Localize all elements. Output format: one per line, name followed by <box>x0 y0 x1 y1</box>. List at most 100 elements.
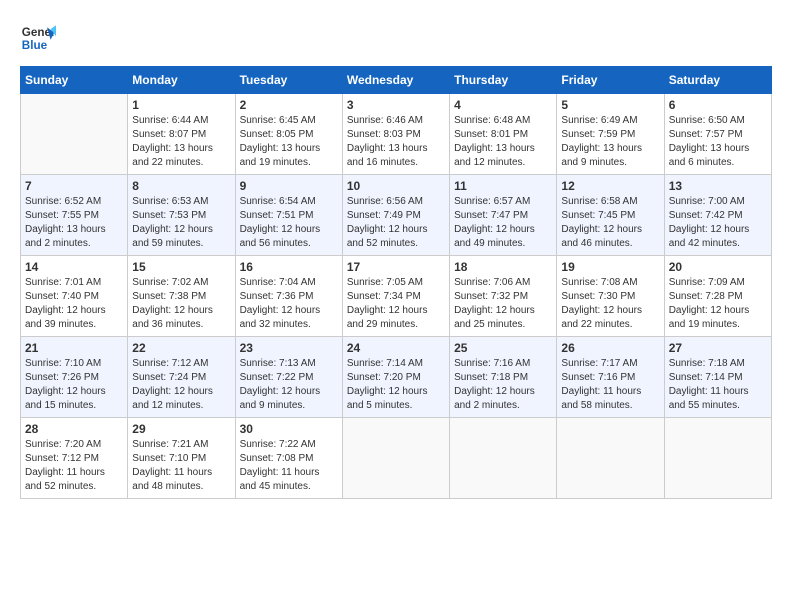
day-number: 23 <box>240 341 338 355</box>
day-number: 27 <box>669 341 767 355</box>
calendar-cell: 17 Sunrise: 7:05 AM Sunset: 7:34 PM Dayli… <box>342 256 449 337</box>
day-number: 18 <box>454 260 552 274</box>
day-info: Sunrise: 7:04 AM Sunset: 7:36 PM Dayligh… <box>240 276 338 332</box>
calendar-cell: 1 Sunrise: 6:44 AM Sunset: 8:07 PM Daylig… <box>128 94 235 175</box>
calendar-cell: 13 Sunrise: 7:00 AM Sunset: 7:42 PM Dayli… <box>664 175 771 256</box>
calendar-cell: 12Sunrise: 6:58 AM Sunset: 7:45 PM Dayli… <box>557 175 664 256</box>
day-number: 16 <box>240 260 338 274</box>
day-number: 8 <box>132 179 230 193</box>
day-number: 29 <box>132 422 230 436</box>
day-info: Sunrise: 6:44 AM Sunset: 8:07 PM Dayligh… <box>132 114 230 170</box>
calendar-cell: 29 Sunrise: 7:21 AM Sunset: 7:10 PM Dayli… <box>128 418 235 499</box>
day-number: 2 <box>240 98 338 112</box>
day-number: 12 <box>561 179 659 193</box>
day-info: Sunrise: 7:02 AM Sunset: 7:38 PM Dayligh… <box>132 276 230 332</box>
calendar-cell: 30 Sunrise: 7:22 AM Sunset: 7:08 PM Dayli… <box>235 418 342 499</box>
weekday-header: Wednesday <box>342 67 449 94</box>
calendar-cell: 28 Sunrise: 7:20 AM Sunset: 7:12 PM Dayli… <box>21 418 128 499</box>
calendar-cell: 3 Sunrise: 6:46 AM Sunset: 8:03 PM Daylig… <box>342 94 449 175</box>
day-number: 13 <box>669 179 767 193</box>
weekday-header: Thursday <box>450 67 557 94</box>
calendar-cell: 7 Sunrise: 6:52 AM Sunset: 7:55 PM Daylig… <box>21 175 128 256</box>
calendar-cell: 26 Sunrise: 7:17 AM Sunset: 7:16 PM Dayli… <box>557 337 664 418</box>
calendar-cell: 2 Sunrise: 6:45 AM Sunset: 8:05 PM Daylig… <box>235 94 342 175</box>
day-info: Sunrise: 6:48 AM Sunset: 8:01 PM Dayligh… <box>454 114 552 170</box>
svg-text:Blue: Blue <box>22 39 48 52</box>
day-info: Sunrise: 7:17 AM Sunset: 7:16 PM Dayligh… <box>561 357 659 413</box>
calendar-cell <box>664 418 771 499</box>
calendar-week-row: 1 Sunrise: 6:44 AM Sunset: 8:07 PM Daylig… <box>21 94 772 175</box>
day-info: Sunrise: 6:52 AM Sunset: 7:55 PM Dayligh… <box>25 195 123 251</box>
calendar-cell: 22 Sunrise: 7:12 AM Sunset: 7:24 PM Dayli… <box>128 337 235 418</box>
calendar-cell: 15 Sunrise: 7:02 AM Sunset: 7:38 PM Dayli… <box>128 256 235 337</box>
calendar-cell: 14 Sunrise: 7:01 AM Sunset: 7:40 PM Dayli… <box>21 256 128 337</box>
day-number: 15 <box>132 260 230 274</box>
day-info: Sunrise: 7:14 AM Sunset: 7:20 PM Dayligh… <box>347 357 445 413</box>
calendar-cell: 27 Sunrise: 7:18 AM Sunset: 7:14 PM Dayli… <box>664 337 771 418</box>
calendar-cell: 11Sunrise: 6:57 AM Sunset: 7:47 PM Dayli… <box>450 175 557 256</box>
weekday-header: Saturday <box>664 67 771 94</box>
day-number: 7 <box>25 179 123 193</box>
calendar-cell <box>557 418 664 499</box>
day-number: 30 <box>240 422 338 436</box>
day-info: Sunrise: 6:50 AM Sunset: 7:57 PM Dayligh… <box>669 114 767 170</box>
day-number: 21 <box>25 341 123 355</box>
day-number: 20 <box>669 260 767 274</box>
day-info: Sunrise: 7:18 AM Sunset: 7:14 PM Dayligh… <box>669 357 767 413</box>
day-number: 11 <box>454 179 552 193</box>
calendar-cell: 5Sunrise: 6:49 AM Sunset: 7:59 PM Daylig… <box>557 94 664 175</box>
day-number: 24 <box>347 341 445 355</box>
day-number: 26 <box>561 341 659 355</box>
calendar-cell <box>450 418 557 499</box>
day-number: 3 <box>347 98 445 112</box>
day-number: 1 <box>132 98 230 112</box>
day-info: Sunrise: 7:09 AM Sunset: 7:28 PM Dayligh… <box>669 276 767 332</box>
calendar-week-row: 28 Sunrise: 7:20 AM Sunset: 7:12 PM Dayli… <box>21 418 772 499</box>
weekday-header: Tuesday <box>235 67 342 94</box>
day-info: Sunrise: 6:54 AM Sunset: 7:51 PM Dayligh… <box>240 195 338 251</box>
logo-icon: General Blue <box>20 20 56 56</box>
day-info: Sunrise: 7:10 AM Sunset: 7:26 PM Dayligh… <box>25 357 123 413</box>
calendar-cell: 6 Sunrise: 6:50 AM Sunset: 7:57 PM Daylig… <box>664 94 771 175</box>
day-number: 14 <box>25 260 123 274</box>
weekday-header: Friday <box>557 67 664 94</box>
day-info: Sunrise: 7:21 AM Sunset: 7:10 PM Dayligh… <box>132 438 230 494</box>
day-number: 22 <box>132 341 230 355</box>
day-number: 6 <box>669 98 767 112</box>
calendar-cell: 20 Sunrise: 7:09 AM Sunset: 7:28 PM Dayli… <box>664 256 771 337</box>
day-info: Sunrise: 6:46 AM Sunset: 8:03 PM Dayligh… <box>347 114 445 170</box>
day-info: Sunrise: 7:01 AM Sunset: 7:40 PM Dayligh… <box>25 276 123 332</box>
page-header: General Blue <box>20 20 772 56</box>
calendar-cell: 18 Sunrise: 7:06 AM Sunset: 7:32 PM Dayli… <box>450 256 557 337</box>
calendar-cell: 24 Sunrise: 7:14 AM Sunset: 7:20 PM Dayli… <box>342 337 449 418</box>
day-info: Sunrise: 7:22 AM Sunset: 7:08 PM Dayligh… <box>240 438 338 494</box>
weekday-header: Sunday <box>21 67 128 94</box>
day-info: Sunrise: 7:06 AM Sunset: 7:32 PM Dayligh… <box>454 276 552 332</box>
day-number: 17 <box>347 260 445 274</box>
calendar-week-row: 21 Sunrise: 7:10 AM Sunset: 7:26 PM Dayli… <box>21 337 772 418</box>
calendar-cell <box>342 418 449 499</box>
calendar-cell: 23 Sunrise: 7:13 AM Sunset: 7:22 PM Dayli… <box>235 337 342 418</box>
weekday-header: Monday <box>128 67 235 94</box>
day-info: Sunrise: 7:05 AM Sunset: 7:34 PM Dayligh… <box>347 276 445 332</box>
day-number: 28 <box>25 422 123 436</box>
day-number: 10 <box>347 179 445 193</box>
day-info: Sunrise: 7:20 AM Sunset: 7:12 PM Dayligh… <box>25 438 123 494</box>
logo: General Blue <box>20 20 60 56</box>
calendar-cell: 9Sunrise: 6:54 AM Sunset: 7:51 PM Daylig… <box>235 175 342 256</box>
calendar-cell: 8 Sunrise: 6:53 AM Sunset: 7:53 PM Daylig… <box>128 175 235 256</box>
calendar-cell: 16 Sunrise: 7:04 AM Sunset: 7:36 PM Dayli… <box>235 256 342 337</box>
day-info: Sunrise: 7:13 AM Sunset: 7:22 PM Dayligh… <box>240 357 338 413</box>
day-info: Sunrise: 6:49 AM Sunset: 7:59 PM Dayligh… <box>561 114 659 170</box>
calendar-cell <box>21 94 128 175</box>
day-info: Sunrise: 6:53 AM Sunset: 7:53 PM Dayligh… <box>132 195 230 251</box>
day-info: Sunrise: 6:45 AM Sunset: 8:05 PM Dayligh… <box>240 114 338 170</box>
day-info: Sunrise: 7:12 AM Sunset: 7:24 PM Dayligh… <box>132 357 230 413</box>
calendar-cell: 19Sunrise: 7:08 AM Sunset: 7:30 PM Dayli… <box>557 256 664 337</box>
day-number: 19 <box>561 260 659 274</box>
calendar-week-row: 14 Sunrise: 7:01 AM Sunset: 7:40 PM Dayli… <box>21 256 772 337</box>
day-info: Sunrise: 7:16 AM Sunset: 7:18 PM Dayligh… <box>454 357 552 413</box>
day-number: 4 <box>454 98 552 112</box>
day-info: Sunrise: 7:00 AM Sunset: 7:42 PM Dayligh… <box>669 195 767 251</box>
day-info: Sunrise: 6:56 AM Sunset: 7:49 PM Dayligh… <box>347 195 445 251</box>
